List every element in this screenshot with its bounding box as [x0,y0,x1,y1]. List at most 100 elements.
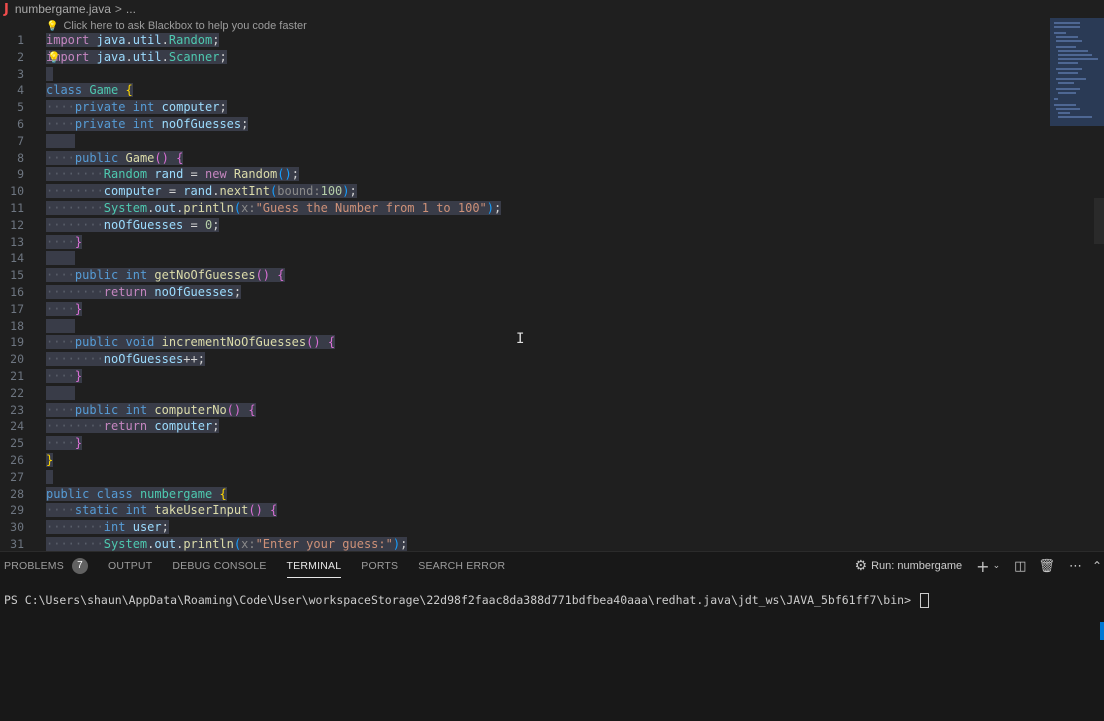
minimap-line [1058,72,1078,74]
line-number: 10 [0,183,24,200]
code-text: ····} [46,234,82,251]
line-number: 16 [0,284,24,301]
tab-debug-console[interactable]: DEBUG CONSOLE [172,552,266,580]
terminal-scrollbar[interactable] [1100,622,1104,640]
line-number: 31 [0,536,24,551]
code-text [46,318,75,335]
minimap-line [1056,68,1082,70]
tab-search-error[interactable]: SEARCH ERROR [418,552,505,580]
code-text: ····static int takeUserInput() { [46,502,277,519]
line-number: 18 [0,318,24,335]
code-line: 24········return computer; [0,418,1104,435]
lightbulb-icon: 💡 [46,21,58,32]
code-line: 29····static int takeUserInput() { [0,502,1104,519]
breadcrumb-file[interactable]: numbergame.java [15,2,111,16]
minimap-line [1056,36,1078,38]
code-line: 30········int user; [0,519,1104,536]
minimap-line [1058,62,1078,64]
tab-terminal[interactable]: TERMINAL [287,552,342,580]
code-text: ········noOfGuesses++; [46,351,205,368]
line-number: 24 [0,418,24,435]
code-line: 10········computer = rand.nextInt(bound:… [0,183,1104,200]
code-text: ········System.out.println(x:"Enter your… [46,536,407,551]
split-terminal-icon[interactable]: ◫ [1014,559,1026,574]
line-number: 28 [0,486,24,503]
minimap-line [1058,116,1092,118]
line-number: 17 [0,301,24,318]
minimap-line [1054,26,1080,28]
line-number: 20 [0,351,24,368]
breadcrumb-separator: > [115,2,122,16]
line-number: 27 [0,469,24,486]
minimap-line [1058,82,1074,84]
run-terminal-label: Run: numbergame [871,560,962,572]
terminal-output[interactable]: PS C:\Users\shaun\AppData\Roaming\Code\U… [4,593,929,608]
code-line: 22 [0,385,1104,402]
code-line: 23····public int computerNo() { [0,402,1104,419]
code-text: } [46,452,53,469]
code-line: 15····public int getNoOfGuesses() { [0,267,1104,284]
line-number: 23 [0,402,24,419]
trash-icon[interactable]: 🗑 [1038,559,1055,574]
code-editor[interactable]: 💡 Click here to ask Blackbox to help you… [0,18,1104,551]
tab-ports[interactable]: PORTS [361,552,398,580]
tab-output[interactable]: OUTPUT [108,552,152,580]
terminal-cursor [920,593,929,608]
breadcrumb-more[interactable]: ... [126,2,136,16]
minimap-line [1056,108,1080,110]
minimap-line [1056,78,1086,80]
code-line: 1import java.util.Random; [0,32,1104,49]
line-number: 7 [0,133,24,150]
code-line: 21····} [0,368,1104,385]
code-text [46,469,53,486]
line-number: 9 [0,166,24,183]
code-text: ········Random rand = new Random(); [46,166,299,183]
code-text: ····private int noOfGuesses; [46,116,248,133]
code-line: 6····private int noOfGuesses; [0,116,1104,133]
line-number: 1 [0,32,24,49]
code-lines: 1import java.util.Random; 2import java.u… [0,32,1104,551]
minimap-line [1058,112,1070,114]
code-line: 31 ········System.out.println(x:"Enter yo… [0,536,1104,551]
chevron-down-icon[interactable]: ⌄ [993,561,1001,571]
code-line: 7 [0,133,1104,150]
code-text: ····public void incrementNoOfGuesses() { [46,334,335,351]
tab-label: PROBLEMS [4,560,64,572]
code-text [46,133,75,150]
run-terminal-selector[interactable]: ⚙ Run: numbergame [845,558,963,574]
code-text: ····} [46,301,82,318]
line-number: 22 [0,385,24,402]
code-line: 27 [0,469,1104,486]
line-number: 12 [0,217,24,234]
code-line: 20 ········noOfGuesses++; [0,351,1104,368]
minimap-line [1056,88,1080,90]
line-number: 19 [0,334,24,351]
chevron-up-icon[interactable]: ⌃ [1092,559,1102,573]
tab-label: SEARCH ERROR [418,560,505,572]
tab-label: OUTPUT [108,560,152,572]
code-text [46,385,75,402]
code-text: import java.util.Scanner; [46,49,227,66]
code-line: 12········noOfGuesses = 0; [0,217,1104,234]
more-icon[interactable]: ⋯ [1069,559,1082,574]
quick-fix-lightbulb-icon[interactable]: 💡 [47,50,61,67]
line-number: 14 [0,250,24,267]
code-line: 16········return noOfGuesses; [0,284,1104,301]
bottom-panel: PROBLEMS 7 OUTPUT DEBUG CONSOLE TERMINAL… [0,551,1104,721]
text-cursor-icon: I [516,331,524,347]
problems-count-badge: 7 [72,558,88,574]
code-line: 2import java.util.Scanner;💡 [0,49,1104,66]
code-line: 5····private int computer; [0,99,1104,116]
tab-problems[interactable]: PROBLEMS 7 [4,552,88,580]
tab-label: TERMINAL [287,560,342,572]
minimap-line [1054,22,1080,24]
editor-scrollbar[interactable] [1094,198,1104,244]
minimap[interactable] [1050,18,1104,126]
line-number: 11 [0,200,24,217]
code-text: ········int user; [46,519,169,536]
code-text: class Game { [46,82,133,99]
plus-icon[interactable]: + [976,557,989,576]
code-line: 28public class numbergame { [0,486,1104,503]
code-text: ····public int getNoOfGuesses() { [46,267,285,284]
code-line: 25····} [0,435,1104,452]
